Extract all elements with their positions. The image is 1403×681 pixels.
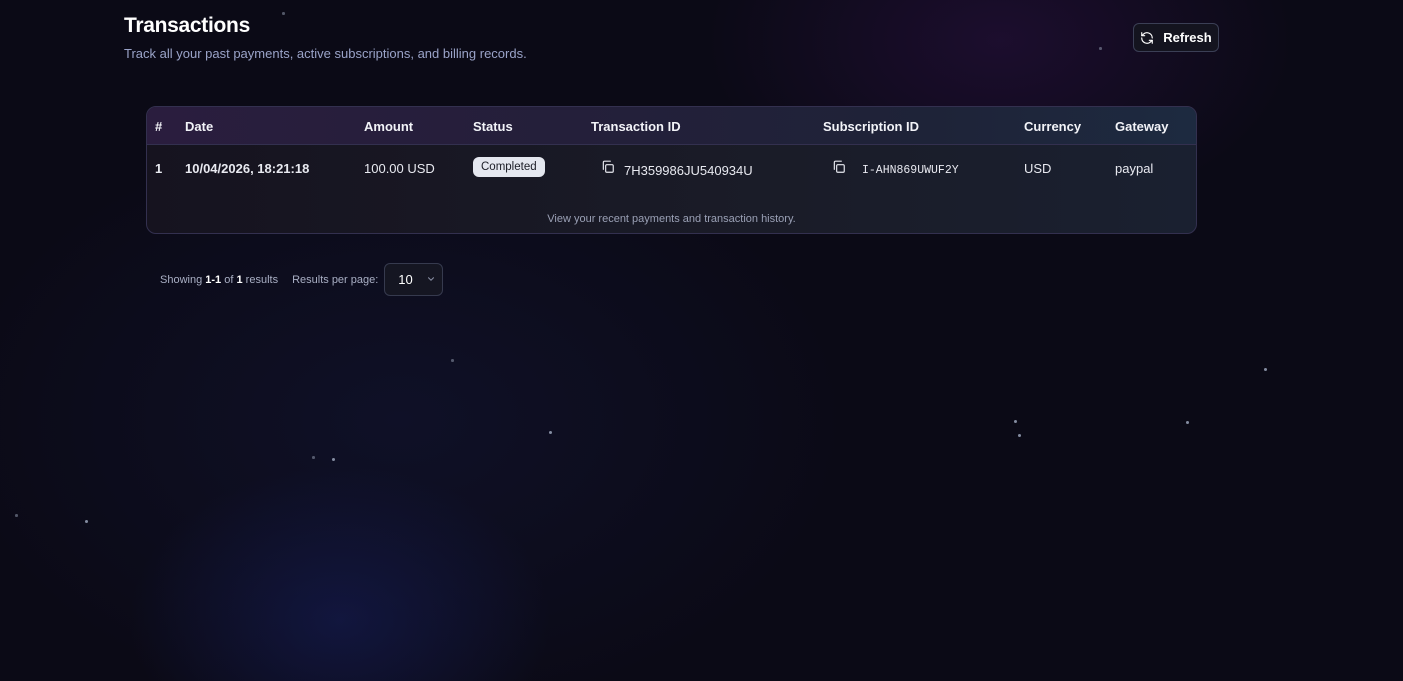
background-star <box>15 514 18 517</box>
background-star <box>312 456 315 459</box>
status-badge: Completed <box>473 157 545 177</box>
background-star <box>1099 47 1102 50</box>
column-header-currency: Currency <box>1024 119 1082 134</box>
page-subtitle: Track all your past payments, active sub… <box>124 46 527 61</box>
refresh-label: Refresh <box>1163 30 1212 45</box>
column-header-amount: Amount <box>364 119 414 134</box>
chevron-down-icon <box>426 272 436 287</box>
cell-date: 10/04/2026, 18:21:18 <box>185 161 310 176</box>
background-star <box>549 431 552 434</box>
cell-index: 1 <box>155 161 163 176</box>
page-title: Transactions <box>124 14 250 37</box>
column-header-gateway: Gateway <box>1115 119 1169 134</box>
table-header: # Date Amount Status Transaction ID Subs… <box>147 107 1196 145</box>
column-header-subscription-id: Subscription ID <box>823 119 920 134</box>
results-total: 1 <box>236 273 243 286</box>
background-star <box>1014 420 1017 423</box>
pagination: Showing 1-1 of 1 results Results per pag… <box>160 263 444 296</box>
results-summary: Showing 1-1 of 1 results <box>160 274 278 286</box>
column-header-transaction-id: Transaction ID <box>591 119 681 134</box>
background-star <box>1186 421 1189 424</box>
cell-amount: 100.00 USD <box>364 161 435 176</box>
cell-transaction-id: 7H359986JU540934U <box>624 163 753 178</box>
cell-subscription-id: I-AHN869UWUF2Y <box>862 164 959 177</box>
column-header-status: Status <box>473 119 513 134</box>
per-page-value: 10 <box>398 272 413 287</box>
refresh-icon <box>1140 31 1154 45</box>
column-header-date: Date <box>185 119 214 134</box>
per-page-label: Results per page: <box>292 273 379 286</box>
table-caption: View your recent payments and transactio… <box>547 213 796 225</box>
copy-transaction-id-icon[interactable] <box>601 160 615 174</box>
copy-subscription-id-icon[interactable] <box>832 160 846 174</box>
transactions-table: # Date Amount Status Transaction ID Subs… <box>146 106 1197 234</box>
per-page-select[interactable]: 10 <box>384 263 444 296</box>
of-word: of <box>224 273 234 286</box>
background-star <box>332 458 335 461</box>
cell-currency: USD <box>1024 161 1052 176</box>
background-star <box>451 359 454 362</box>
cell-gateway: paypal <box>1115 161 1154 176</box>
column-header-index: # <box>155 119 163 134</box>
page-header: Transactions Track all your past payment… <box>124 14 527 61</box>
refresh-button[interactable]: Refresh <box>1133 23 1219 52</box>
results-range: 1-1 <box>205 273 222 286</box>
showing-prefix: Showing <box>160 273 203 286</box>
background-star <box>1018 434 1021 437</box>
background-star <box>1264 368 1267 371</box>
results-word: results <box>245 273 279 286</box>
background-star <box>85 520 88 523</box>
